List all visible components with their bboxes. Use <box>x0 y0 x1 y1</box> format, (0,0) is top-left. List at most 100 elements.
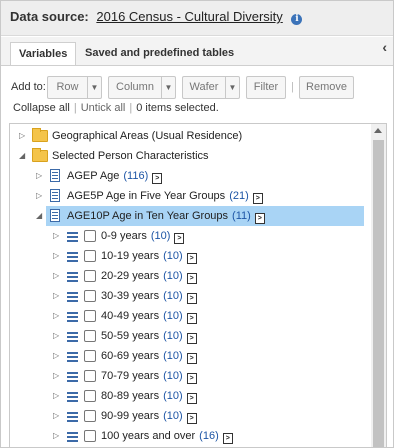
remove-button[interactable]: Remove <box>299 76 354 99</box>
collapse-panel-icon[interactable]: ‹ <box>382 39 387 55</box>
chevron-right-icon[interactable]: > <box>222 433 233 444</box>
chevron-right-icon[interactable]: > <box>252 193 263 204</box>
age-group-checkbox[interactable] <box>84 330 96 342</box>
chevron-right-icon[interactable]: > <box>186 293 197 304</box>
chevron-right-icon[interactable]: > <box>186 253 197 264</box>
expand-icon[interactable]: ▷ <box>36 166 46 186</box>
untick-all-link[interactable]: Untick all <box>81 102 126 114</box>
expand-icon[interactable]: ▷ <box>53 426 63 446</box>
tree-node-age-group[interactable]: ▷ 90-99 years (10) > <box>10 406 365 426</box>
expand-icon[interactable]: ▷ <box>53 266 63 286</box>
expand-icon[interactable]: ▷ <box>53 406 63 426</box>
add-column-button[interactable]: Column ▼ <box>108 76 176 99</box>
chevron-right-icon[interactable]: > <box>186 373 197 384</box>
age-group-checkbox[interactable] <box>84 410 96 422</box>
category-icon <box>67 372 78 374</box>
collapse-icon[interactable]: ◢ <box>36 206 46 226</box>
tree-node-age-group[interactable]: ▷ 10-19 years (10) > <box>10 246 365 266</box>
expand-icon[interactable]: ▷ <box>53 346 63 366</box>
age-group-checkbox[interactable] <box>84 230 96 242</box>
tree-node-age-group[interactable]: ▷ 100 years and over (16) > <box>10 426 365 446</box>
tree-node-age-group[interactable]: ▷ 20-29 years (10) > <box>10 266 365 286</box>
category-icon <box>67 292 78 294</box>
tree-node-age-group[interactable]: ▷ 60-69 years (10) > <box>10 346 365 366</box>
add-wafer-button[interactable]: Wafer ▼ <box>182 76 240 99</box>
age-group-checkbox[interactable] <box>84 290 96 302</box>
row-button-label: Row <box>56 81 79 93</box>
variable-tree: ▷ Geographical Areas (Usual Residence) ◢… <box>9 123 387 447</box>
expand-icon[interactable]: ▷ <box>53 386 63 406</box>
expand-icon[interactable]: ▷ <box>19 126 29 146</box>
category-icon <box>67 352 78 354</box>
tree-node-label: 10-19 years <box>101 250 160 262</box>
variable-icon <box>50 169 60 182</box>
item-count: (10) <box>163 410 183 422</box>
expand-icon[interactable]: ▷ <box>53 306 63 326</box>
add-to-label: Add to: <box>11 81 46 93</box>
chevron-down-icon[interactable]: ▼ <box>87 77 101 98</box>
expand-icon[interactable]: ▷ <box>36 186 46 206</box>
expand-icon[interactable]: ▷ <box>53 286 63 306</box>
age-group-checkbox[interactable] <box>84 350 96 362</box>
age-group-checkbox[interactable] <box>84 270 96 282</box>
chevron-right-icon[interactable]: > <box>186 313 197 324</box>
item-count: (10) <box>163 370 183 382</box>
tree-node-label: Geographical Areas (Usual Residence) <box>52 130 243 142</box>
scroll-thumb[interactable] <box>373 140 384 447</box>
tree-node-selected-person-characteristics[interactable]: ◢ Selected Person Characteristics <box>10 146 365 166</box>
filter-button[interactable]: Filter <box>246 76 286 99</box>
category-icon <box>67 252 78 254</box>
info-icon[interactable]: i <box>291 14 303 25</box>
variable-icon <box>50 189 60 202</box>
chevron-right-icon[interactable]: > <box>254 213 265 224</box>
item-count: (10) <box>163 330 183 342</box>
tree-node-age-group[interactable]: ▷ 40-49 years (10) > <box>10 306 365 326</box>
tree-node-age-group[interactable]: ▷ 50-59 years (10) > <box>10 326 365 346</box>
tree-node-age-group[interactable]: ▷ 0-9 years (10) > <box>10 226 365 246</box>
chevron-right-icon[interactable]: > <box>186 333 197 344</box>
scroll-up-icon[interactable] <box>374 128 382 133</box>
age-group-checkbox[interactable] <box>84 370 96 382</box>
chevron-right-icon[interactable]: > <box>186 393 197 404</box>
category-icon <box>67 232 78 234</box>
age-group-checkbox[interactable] <box>84 250 96 262</box>
category-icon <box>67 412 78 414</box>
expand-icon[interactable]: ▷ <box>53 246 63 266</box>
tree-node-age-group[interactable]: ▷ 30-39 years (10) > <box>10 286 365 306</box>
collapse-icon[interactable]: ◢ <box>19 146 29 166</box>
tree-node-age10p[interactable]: ◢ AGE10P Age in Ten Year Groups (11) > <box>36 206 364 226</box>
tree-node-age-group[interactable]: ▷ 80-89 years (10) > <box>10 386 365 406</box>
category-icon <box>67 432 78 434</box>
tab-variables[interactable]: Variables <box>10 42 77 65</box>
age-group-checkbox[interactable] <box>84 390 96 402</box>
item-count: (10) <box>163 350 183 362</box>
chevron-right-icon[interactable]: > <box>186 413 197 424</box>
chevron-right-icon[interactable]: > <box>152 173 163 184</box>
tree-scrollbar[interactable] <box>371 124 386 447</box>
age-group-checkbox[interactable] <box>84 310 96 322</box>
expand-icon[interactable]: ▷ <box>53 366 63 386</box>
panel-header: Data source: 2016 Census - Cultural Dive… <box>1 1 393 36</box>
item-count: (10) <box>163 250 183 262</box>
tree-node-geographical-areas[interactable]: ▷ Geographical Areas (Usual Residence) <box>10 126 365 146</box>
chevron-down-icon[interactable]: ▼ <box>161 77 175 98</box>
tab-bar: Variables Saved and predefined tables ‹ <box>1 37 393 65</box>
tab-saved-tables[interactable]: Saved and predefined tables <box>77 42 242 65</box>
tree-node-age-group[interactable]: ▷ 70-79 years (10) > <box>10 366 365 386</box>
expand-icon[interactable]: ▷ <box>53 326 63 346</box>
expand-icon[interactable]: ▷ <box>53 226 63 246</box>
column-button-label: Column <box>116 81 154 93</box>
age-group-checkbox[interactable] <box>84 430 96 442</box>
chevron-right-icon[interactable]: > <box>174 233 185 244</box>
item-count: (10) <box>163 390 183 402</box>
tree-node-agep[interactable]: ▷ AGEP Age (116) > <box>10 166 365 186</box>
add-row-button[interactable]: Row ▼ <box>47 76 102 99</box>
chevron-right-icon[interactable]: > <box>186 273 197 284</box>
data-source-link[interactable]: 2016 Census - Cultural Diversity <box>96 9 282 24</box>
add-to-toolbar: Add to: Row ▼ Column ▼ Wafer ▼ Filter | … <box>1 65 393 99</box>
tree-node-age5p[interactable]: ▷ AGE5P Age in Five Year Groups (21) > <box>10 186 365 206</box>
collapse-all-link[interactable]: Collapse all <box>13 102 70 114</box>
chevron-right-icon[interactable]: > <box>186 353 197 364</box>
chevron-down-icon[interactable]: ▼ <box>225 77 239 98</box>
data-source-label: Data source: <box>10 9 89 24</box>
